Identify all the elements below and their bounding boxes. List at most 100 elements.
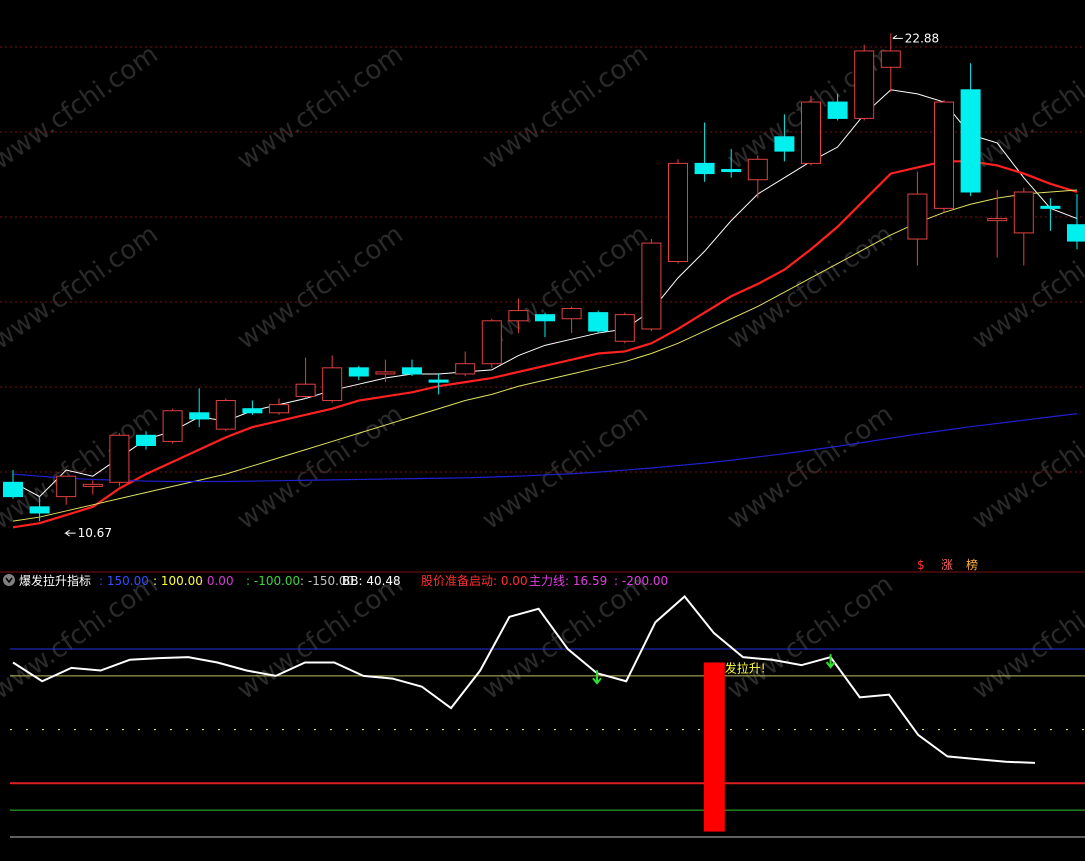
candle[interactable]: [588, 310, 609, 334]
legend-entry: : 0.00: [199, 574, 234, 588]
candle[interactable]: [348, 365, 369, 381]
candle[interactable]: [215, 398, 236, 432]
candle[interactable]: [56, 475, 77, 505]
candle[interactable]: [1013, 187, 1034, 266]
badge[interactable]: 涨: [941, 557, 953, 572]
candle-body: [827, 101, 848, 119]
candle[interactable]: [162, 408, 183, 444]
candle-body: [215, 400, 236, 430]
badge[interactable]: $: [917, 558, 925, 572]
watermark-text: www.cfchi.com: [967, 39, 1085, 175]
watermark-text: www.cfchi.com: [0, 219, 164, 355]
candle[interactable]: [535, 312, 555, 338]
legend-entry: : 150.00: [99, 574, 149, 588]
candle-body: [242, 408, 263, 414]
legend-entry: 主力线: 16.59: [529, 574, 607, 588]
candle[interactable]: [295, 357, 316, 399]
indicator-reference-lines: [10, 648, 1085, 838]
candle-body: [29, 506, 50, 514]
candle[interactable]: [455, 351, 476, 376]
candle[interactable]: [641, 239, 662, 332]
legend-entry: BB: 40.48: [342, 574, 401, 588]
watermark-text: www.cfchi.com: [0, 569, 164, 705]
watermark-text: www.cfchi.com: [0, 39, 164, 175]
candle-body: [162, 410, 183, 442]
candle-body: [402, 367, 422, 375]
watermark-text: www.cfchi.com: [477, 569, 654, 705]
candle[interactable]: [242, 400, 263, 415]
candle-body: [508, 310, 529, 322]
candle[interactable]: [322, 355, 343, 403]
candle-body: [428, 379, 449, 383]
candle-body: [801, 101, 821, 164]
candle[interactable]: [934, 100, 954, 213]
legend-entry: : 100.00: [153, 574, 203, 588]
watermark-layer: www.cfchi.com www.cfchi.com www.cfchi.com w…: [0, 39, 1085, 705]
candle-body: [189, 412, 210, 420]
candle[interactable]: [668, 159, 688, 264]
candle[interactable]: [614, 312, 635, 344]
candle-body: [854, 50, 875, 119]
candle-body: [694, 162, 715, 175]
watermark-text: www.cfchi.com: [722, 569, 899, 705]
candle-body: [82, 483, 103, 487]
candle-body: [1013, 191, 1034, 234]
high-arrow-icon: [892, 34, 903, 39]
collapse-icon[interactable]: [3, 574, 15, 586]
candle[interactable]: [747, 155, 768, 199]
candle[interactable]: [880, 33, 901, 92]
candle-body: [348, 367, 369, 377]
watermark-text: www.cfchi.com: [967, 569, 1085, 705]
stock-chart: www.cfchi.com www.cfchi.com www.cfchi.com w…: [0, 31, 1085, 838]
candle-body: [614, 314, 635, 342]
indicator-legend: : 150.00: 100.00: 0.00: -100.00: -150.00…: [99, 574, 668, 588]
signal-bar: [703, 662, 725, 832]
watermark-text: www.cfchi.com: [0, 399, 164, 535]
low-arrow-icon: [64, 529, 76, 537]
candle[interactable]: [801, 95, 821, 166]
candle-body: [774, 136, 795, 152]
candle-body: [375, 371, 396, 375]
candle-body: [588, 312, 609, 332]
legend-entry: 股价准备启动: 0.00: [421, 574, 528, 588]
candle-body: [987, 218, 1008, 222]
legend-entry: : -200.00: [614, 574, 668, 588]
candle[interactable]: [561, 306, 582, 334]
candle[interactable]: [1067, 194, 1085, 250]
candle-body: [455, 363, 476, 375]
candle-body: [907, 193, 928, 240]
candle-body: [3, 481, 23, 498]
candle-body: [561, 308, 582, 320]
watermark-text: www.cfchi.com: [477, 39, 654, 175]
watermark-text: www.cfchi.com: [232, 219, 409, 355]
candle[interactable]: [960, 63, 981, 197]
candle-body: [295, 383, 316, 397]
candle[interactable]: [189, 388, 210, 428]
candle[interactable]: [82, 480, 103, 495]
candle-body: [269, 404, 289, 414]
candle[interactable]: [907, 171, 928, 266]
watermark-text: www.cfchi.com: [477, 399, 654, 535]
candle-body: [960, 89, 981, 193]
legend-entry: : -100.00: [246, 574, 300, 588]
candle[interactable]: [694, 122, 715, 182]
candle-body: [880, 50, 901, 68]
candle-body: [721, 169, 742, 173]
candle[interactable]: [269, 398, 289, 415]
candle[interactable]: [854, 44, 875, 121]
candle-body: [136, 434, 156, 447]
badge[interactable]: 榜: [966, 557, 978, 572]
candle-body: [535, 314, 555, 322]
indicator-header: 爆发拉升指标: [3, 573, 91, 588]
indicator-title[interactable]: 爆发拉升指标: [19, 573, 91, 588]
candle[interactable]: [375, 359, 396, 383]
badges[interactable]: $ 涨榜: [917, 557, 978, 572]
watermark-text: www.cfchi.com: [232, 39, 409, 175]
watermark-text: www.cfchi.com: [722, 399, 899, 535]
candle[interactable]: [481, 318, 502, 368]
candle[interactable]: [109, 433, 130, 487]
candle[interactable]: [1040, 198, 1061, 231]
signal-label: 发拉升!: [725, 660, 766, 675]
candle[interactable]: [402, 359, 422, 376]
candle-body: [1067, 224, 1085, 242]
